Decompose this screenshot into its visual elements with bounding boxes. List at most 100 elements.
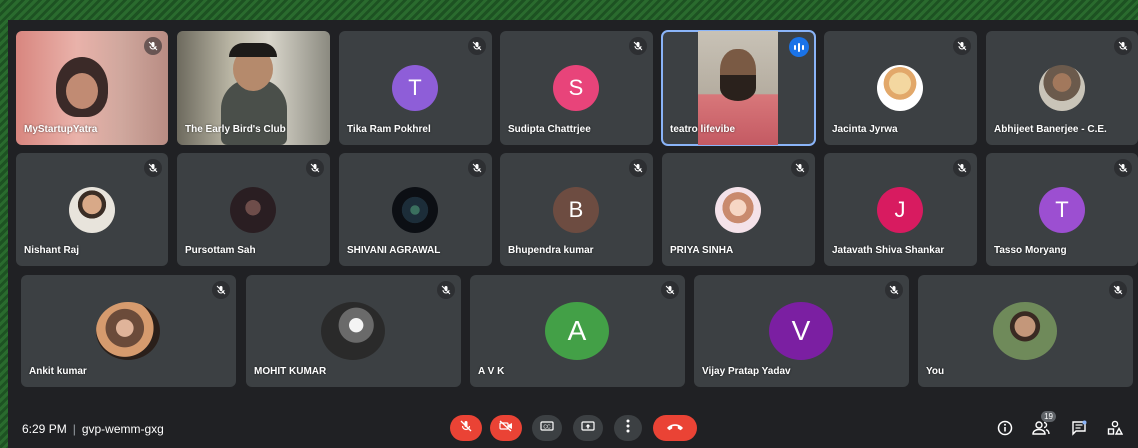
person-hair <box>229 43 277 57</box>
avatar <box>230 187 276 233</box>
participant-tile-speaking[interactable]: teatro lifevibe <box>661 30 816 146</box>
participant-name: Tasso Moryang <box>994 245 1067 256</box>
participant-tile[interactable]: A A V K <box>470 275 685 387</box>
avatar-initial: V <box>791 315 811 346</box>
mic-off-icon <box>144 159 162 177</box>
mic-off-icon <box>629 159 647 177</box>
avatar-initial: B <box>568 197 584 222</box>
avatar-initial: A <box>567 315 587 346</box>
participant-name: PRIYA SINHA <box>670 245 734 256</box>
participant-tile[interactable]: T Tika Ram Pokhrel <box>339 31 492 145</box>
meeting-grid: MyStartupYatra The Early Bird's Club T T… <box>8 20 1138 448</box>
mic-off-icon <box>1114 159 1132 177</box>
mic-off-icon <box>885 281 903 299</box>
participant-name: Tika Ram Pokhrel <box>347 124 431 135</box>
participant-tile[interactable]: PRIYA SINHA <box>662 153 815 266</box>
mic-off-icon <box>629 37 647 55</box>
mic-off-icon <box>468 159 486 177</box>
avatar: S <box>553 65 599 111</box>
present-icon <box>581 419 595 437</box>
activities-button[interactable] <box>1104 419 1126 441</box>
participant-tile[interactable]: SHIVANI AGRAWAL <box>339 153 492 266</box>
avatar: J <box>877 187 923 233</box>
avatar: A <box>545 302 609 360</box>
participant-tile[interactable]: Nishant Raj <box>16 153 168 266</box>
leave-call-button[interactable] <box>653 415 697 441</box>
participant-tile[interactable]: Ankit kumar <box>21 275 236 387</box>
speaking-indicator-icon <box>789 37 809 57</box>
participant-name: MyStartupYatra <box>24 124 98 135</box>
participant-name: A V K <box>478 366 505 377</box>
participant-name: Jacinta Jyrwa <box>832 124 898 135</box>
call-end-icon <box>666 419 684 437</box>
avatar <box>321 302 385 360</box>
avatar <box>993 302 1057 360</box>
mic-off-icon <box>306 159 324 177</box>
participant-name: Vijay Pratap Yadav <box>702 366 791 377</box>
participant-tile-self[interactable]: You <box>918 275 1133 387</box>
mic-off-icon <box>212 281 230 299</box>
participant-tile[interactable]: J Jatavath Shiva Shankar <box>824 153 977 266</box>
svg-text:CC: CC <box>543 424 551 430</box>
mic-off-icon <box>437 281 455 299</box>
toggle-camera-button[interactable] <box>490 415 522 441</box>
mic-off-icon <box>144 37 162 55</box>
toggle-mic-button[interactable] <box>450 415 482 441</box>
person-beard <box>720 75 756 101</box>
participant-name: Nishant Raj <box>24 245 80 256</box>
mic-off-icon <box>460 419 472 437</box>
participant-tile[interactable]: T Tasso Moryang <box>986 153 1138 266</box>
participant-name: You <box>926 366 945 377</box>
participant-name: Jatavath Shiva Shankar <box>832 245 945 256</box>
avatar <box>96 302 160 360</box>
captions-button[interactable]: CC <box>532 415 562 441</box>
mic-off-icon <box>791 159 809 177</box>
avatar-initial: T <box>1055 197 1069 222</box>
participant-name: Ankit kumar <box>29 366 87 377</box>
participant-tile[interactable]: The Early Bird's Club <box>177 31 330 145</box>
participant-name: teatro lifevibe <box>670 124 736 135</box>
more-options-button[interactable] <box>614 415 642 441</box>
participant-name: MOHIT KUMAR <box>254 366 327 377</box>
captions-icon: CC <box>540 419 554 437</box>
meeting-code: gvp-wemm-gxg <box>81 422 164 436</box>
people-icon <box>1032 420 1050 441</box>
participant-tile[interactable]: V Vijay Pratap Yadav <box>694 275 909 387</box>
participant-count-badge: 19 <box>1041 411 1056 422</box>
avatar: V <box>769 302 833 360</box>
more-vert-icon <box>626 419 630 438</box>
avatar-initial: S <box>568 75 584 100</box>
participant-tile[interactable]: Pursottam Sah <box>177 153 330 266</box>
avatar: T <box>1039 187 1085 233</box>
separator: | <box>72 422 76 436</box>
meeting-details-button[interactable] <box>994 419 1016 441</box>
activities-icon <box>1107 420 1124 441</box>
info-icon <box>997 420 1013 441</box>
avatar <box>1039 65 1085 111</box>
chat-button[interactable] <box>1068 419 1090 441</box>
present-now-button[interactable] <box>573 415 603 441</box>
mic-off-icon <box>1114 37 1132 55</box>
participant-tile[interactable]: B Bhupendra kumar <box>500 153 653 266</box>
avatar <box>69 187 115 233</box>
mic-off-icon <box>953 37 971 55</box>
avatar-initial: J <box>894 197 906 222</box>
meeting-info: 6:29 PM | gvp-wemm-gxg <box>22 422 164 436</box>
meeting-controls-bar: 6:29 PM | gvp-wemm-gxg CC 19 <box>8 410 1138 448</box>
participant-tile[interactable]: Abhijeet Banerjee - C.E. <box>986 31 1138 145</box>
mic-off-icon <box>468 37 486 55</box>
camera-off-icon <box>499 419 513 437</box>
avatar <box>392 187 438 233</box>
avatar-initial: T <box>408 75 422 100</box>
avatar <box>715 187 761 233</box>
participant-tile[interactable]: S Sudipta Chattrjee <box>500 31 653 145</box>
participant-name: Sudipta Chattrjee <box>508 124 591 135</box>
participant-tile[interactable]: MyStartupYatra <box>16 31 168 145</box>
person-face <box>66 73 98 109</box>
mic-off-icon <box>1109 281 1127 299</box>
chat-icon <box>1071 420 1087 441</box>
participant-tile[interactable]: MOHIT KUMAR <box>246 275 461 387</box>
participant-name: Pursottam Sah <box>185 245 256 256</box>
show-everyone-button[interactable]: 19 <box>1030 411 1056 441</box>
participant-tile[interactable]: Jacinta Jyrwa <box>824 31 977 145</box>
